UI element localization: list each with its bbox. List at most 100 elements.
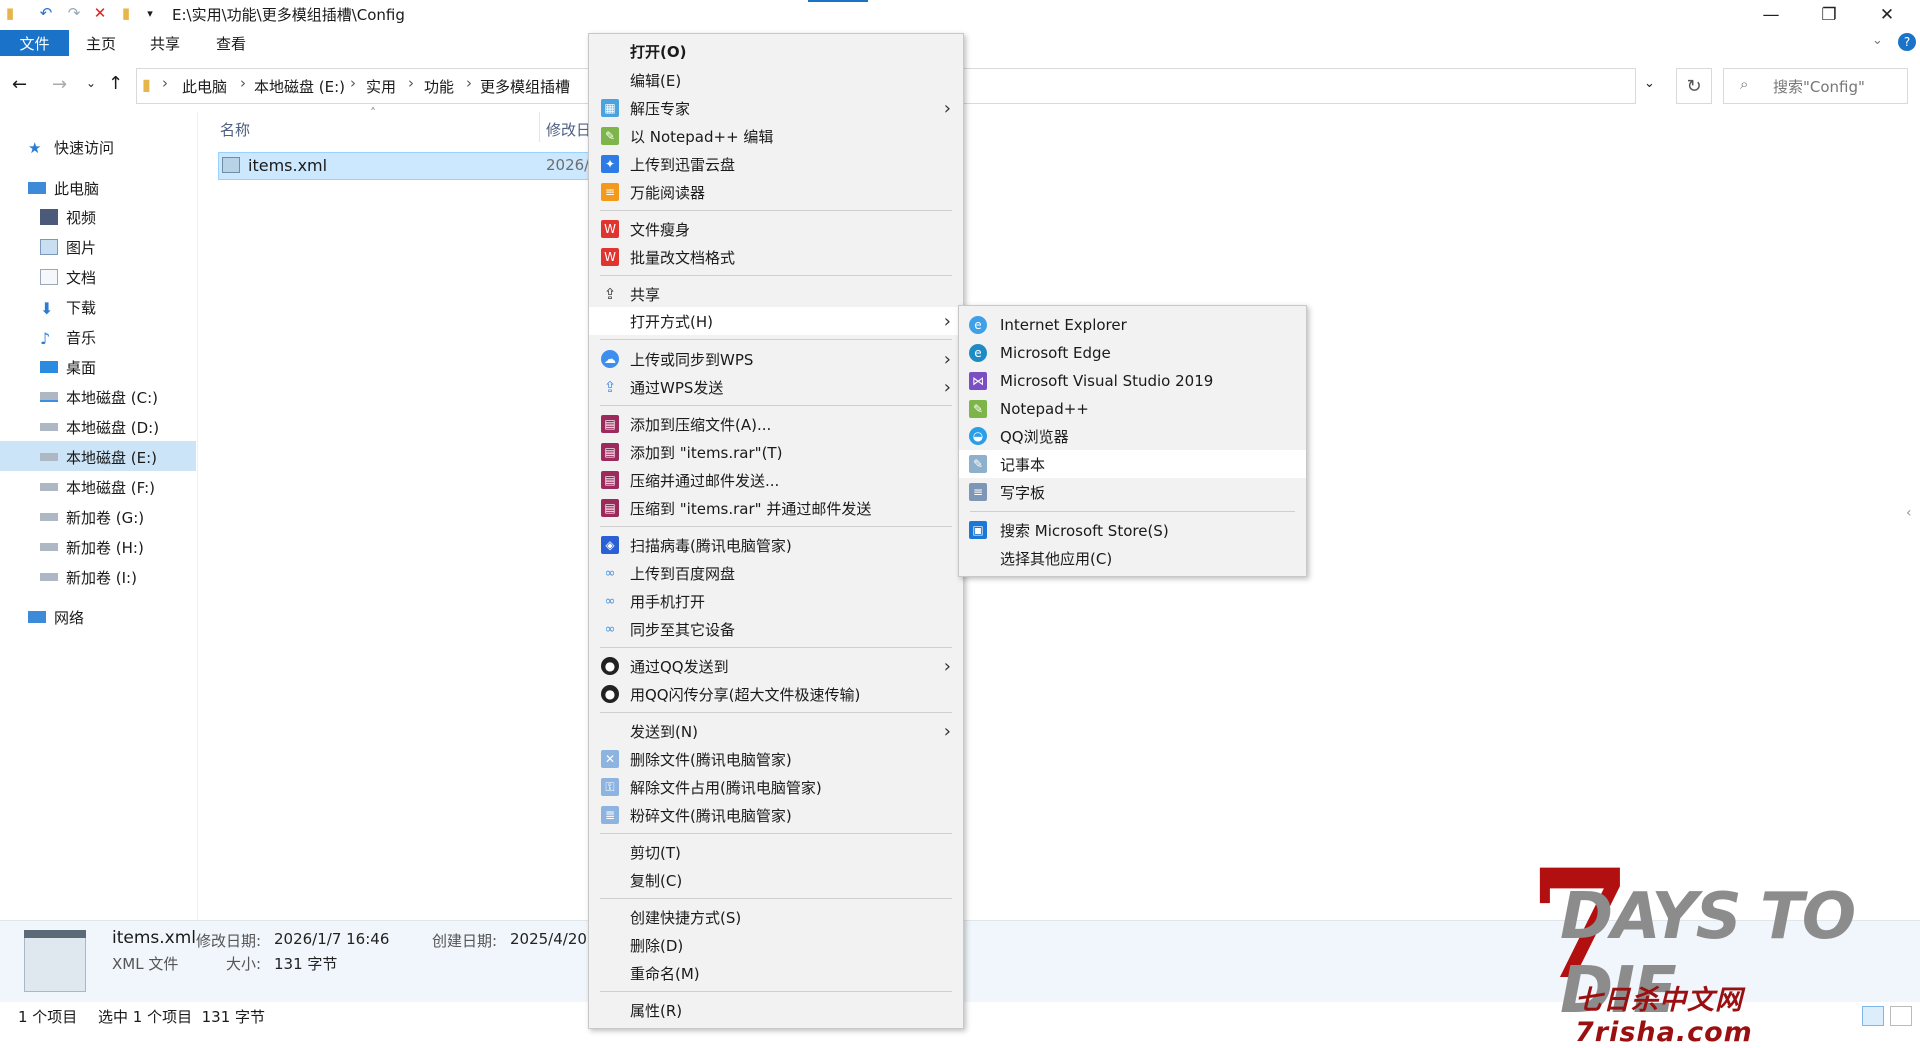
menu-item-universal-reader[interactable]: ≡ 万能阅读器 <box>589 178 963 206</box>
chevron-right-icon[interactable]: › <box>466 74 472 92</box>
menu-item-qq-flash-share[interactable]: ● 用QQ闪传分享(超大文件极速传输) <box>589 680 963 708</box>
maximize-button[interactable]: ❐ <box>1800 0 1858 30</box>
submenu-item-notepad[interactable]: ✎ 记事本 <box>959 450 1306 478</box>
menu-item-qq-send[interactable]: ● 通过QQ发送到 › <box>589 652 963 680</box>
menu-item-label: 用QQ闪传分享(超大文件极速传输) <box>630 685 861 704</box>
chevron-right-icon[interactable]: › <box>408 74 414 92</box>
sidebar-item-drive-g[interactable]: 新加卷 (G:) <box>40 503 144 531</box>
sidebar-item-drive-h[interactable]: 新加卷 (H:) <box>40 533 144 561</box>
submenu-item-wordpad[interactable]: ≡ 写字板 <box>959 478 1306 506</box>
breadcrumb-item[interactable]: 功能 <box>424 76 454 97</box>
sidebar-item-music[interactable]: ♪ 音乐 <box>40 323 96 351</box>
submenu-item-choose-other[interactable]: 选择其他应用(C) <box>959 544 1306 572</box>
sidebar-item-label: 下载 <box>66 298 97 317</box>
sidebar-item-pictures[interactable]: 图片 <box>40 233 96 261</box>
menu-item-open-with[interactable]: 打开方式(H) › <box>589 307 963 335</box>
up-icon[interactable]: ↑ <box>108 73 123 94</box>
breadcrumb-item[interactable]: 实用 <box>366 76 396 97</box>
column-header-modified[interactable]: 修改日 <box>546 119 591 140</box>
sidebar-item-drive-f[interactable]: 本地磁盘 (F:) <box>40 473 155 501</box>
menu-item-tencent-unlock[interactable]: ⚿ 解除文件占用(腾讯电脑管家) <box>589 773 963 801</box>
menu-item-compress-rar-email[interactable]: ▤ 压缩到 "items.rar" 并通过邮件发送 <box>589 494 963 522</box>
menu-item-unzip-expert[interactable]: ▦ 解压专家 › <box>589 94 963 122</box>
submenu-item-label: Microsoft Edge <box>1000 344 1111 362</box>
tab-view[interactable]: 查看 <box>206 30 256 56</box>
chevron-right-icon[interactable]: › <box>350 74 356 92</box>
menu-item-xunlei-upload[interactable]: ✦ 上传到迅雷云盘 <box>589 150 963 178</box>
collapse-pane-icon[interactable]: ‹ <box>1906 505 1912 521</box>
menu-item-baidu-upload[interactable]: ∞ 上传到百度网盘 <box>589 559 963 587</box>
menu-item-add-to-items-rar[interactable]: ▤ 添加到 "items.rar"(T) <box>589 438 963 466</box>
menu-item-share[interactable]: ⇪ 共享 <box>589 280 963 308</box>
sidebar-item-downloads[interactable]: ⬇ 下载 <box>40 293 96 321</box>
chevron-right-icon: › <box>943 655 951 677</box>
menu-item-create-shortcut[interactable]: 创建快捷方式(S) <box>589 903 963 931</box>
menu-item-add-to-archive[interactable]: ▤ 添加到压缩文件(A)... <box>589 410 963 438</box>
sidebar-item-drive-c[interactable]: 本地磁盘 (C:) <box>40 383 158 411</box>
forward-icon[interactable]: → <box>52 74 67 95</box>
minimize-button[interactable]: — <box>1742 0 1800 30</box>
menu-item-batch-convert[interactable]: W 批量改文档格式 <box>589 243 963 271</box>
recent-locations-icon[interactable]: ⌄ <box>86 76 96 90</box>
sidebar-item-documents[interactable]: 文档 <box>40 263 96 291</box>
submenu-item-internet-explorer[interactable]: e Internet Explorer <box>959 311 1306 339</box>
menu-item-tencent-shred[interactable]: ≣ 粉碎文件(腾讯电脑管家) <box>589 801 963 829</box>
tab-share[interactable]: 共享 <box>140 30 190 56</box>
menu-item-cut[interactable]: 剪切(T) <box>589 838 963 866</box>
submenu-item-qq-browser[interactable]: ◒ QQ浏览器 <box>959 422 1306 450</box>
sidebar-item-drive-i[interactable]: 新加卷 (I:) <box>40 563 137 591</box>
chevron-right-icon[interactable]: › <box>240 74 246 92</box>
tab-file[interactable]: 文件 <box>0 30 69 56</box>
sidebar-item-drive-d[interactable]: 本地磁盘 (D:) <box>40 413 159 441</box>
menu-item-properties[interactable]: 属性(R) <box>589 996 963 1024</box>
refresh-icon[interactable]: ↻ <box>1676 68 1712 104</box>
sidebar-item-desktop[interactable]: 桌面 <box>40 353 96 381</box>
submenu-item-edge[interactable]: e Microsoft Edge <box>959 339 1306 367</box>
menu-item-notepadpp-edit[interactable]: ✎ 以 Notepad++ 编辑 <box>589 122 963 150</box>
tab-home[interactable]: 主页 <box>76 30 126 56</box>
column-header-name[interactable]: 名称 <box>220 119 250 140</box>
sidebar-item-this-pc[interactable]: 此电脑 <box>28 174 99 202</box>
menu-item-delete[interactable]: 删除(D) <box>589 931 963 959</box>
close-button[interactable]: ✕ <box>1858 0 1916 30</box>
sidebar-item-drive-e[interactable]: 本地磁盘 (E:) <box>40 443 157 471</box>
breadcrumb-item[interactable]: 此电脑 <box>182 76 227 97</box>
menu-item-open-on-phone[interactable]: ∞ 用手机打开 <box>589 587 963 615</box>
sidebar-item-label: 快速访问 <box>54 138 115 157</box>
expand-ribbon-icon[interactable]: ⌄ <box>1872 33 1883 48</box>
pane-divider[interactable] <box>197 112 198 920</box>
menu-item-rename[interactable]: 重命名(M) <box>589 959 963 987</box>
delete-icon[interactable]: ✕ <box>92 4 108 22</box>
menu-item-copy[interactable]: 复制(C) <box>589 866 963 894</box>
menu-item-send-to[interactable]: 发送到(N) › <box>589 717 963 745</box>
menu-item-open[interactable]: 打开(O) <box>589 37 963 65</box>
column-divider[interactable] <box>539 112 540 142</box>
sidebar-item-network[interactable]: 网络 <box>28 603 84 631</box>
undo-icon[interactable]: ↶ <box>38 4 54 22</box>
submenu-item-visual-studio[interactable]: ⋈ Microsoft Visual Studio 2019 <box>959 367 1306 395</box>
chevron-right-icon[interactable]: › <box>162 74 168 92</box>
menu-item-compress-email[interactable]: ▤ 压缩并通过邮件发送... <box>589 466 963 494</box>
redo-icon[interactable]: ↷ <box>66 4 82 22</box>
menu-item-tencent-delete[interactable]: ✕ 删除文件(腾讯电脑管家) <box>589 745 963 773</box>
submenu-item-store-search[interactable]: ▣ 搜索 Microsoft Store(S) <box>959 516 1306 544</box>
menu-item-sync-devices[interactable]: ∞ 同步至其它设备 <box>589 615 963 643</box>
help-icon[interactable]: ? <box>1898 33 1916 51</box>
back-icon[interactable]: ← <box>12 74 27 95</box>
address-dropdown-icon[interactable]: ⌄ <box>1644 76 1655 91</box>
menu-item-virus-scan[interactable]: ◈ 扫描病毒(腾讯电脑管家) <box>589 531 963 559</box>
menu-item-slim-file[interactable]: W 文件瘦身 <box>589 215 963 243</box>
menu-item-label: 发送到(N) <box>630 722 698 741</box>
breadcrumb-item[interactable]: 更多模组插槽 <box>480 76 570 97</box>
submenu-item-notepadpp[interactable]: ✎ Notepad++ <box>959 395 1306 423</box>
new-folder-icon[interactable]: ▮ <box>118 4 134 22</box>
customize-toolbar-icon[interactable]: ▾ <box>142 5 158 21</box>
menu-item-wps-sync[interactable]: ☁ 上传或同步到WPS › <box>589 345 963 373</box>
submenu-item-label: Internet Explorer <box>1000 316 1127 334</box>
sidebar-item-videos[interactable]: 视频 <box>40 203 96 231</box>
menu-item-wps-send[interactable]: ⇪ 通过WPS发送 › <box>589 373 963 401</box>
menu-item-edit[interactable]: 编辑(E) <box>589 66 963 94</box>
breadcrumb-item[interactable]: 本地磁盘 (E:) <box>254 76 345 97</box>
sidebar-item-quick-access[interactable]: ★ 快速访问 <box>28 133 114 161</box>
menu-item-label: 重命名(M) <box>630 964 700 983</box>
